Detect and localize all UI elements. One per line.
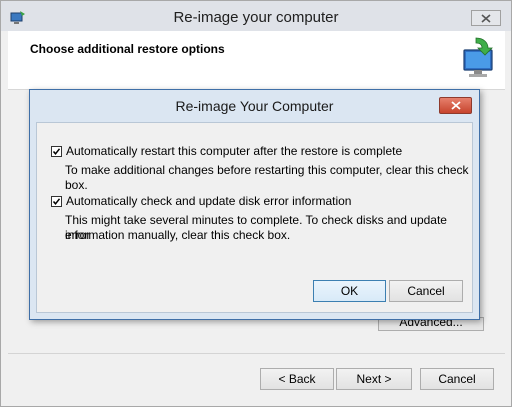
cancel-button[interactable]: Cancel [420,368,494,390]
close-icon [481,14,491,23]
window-close-button[interactable] [471,10,501,26]
disk-check-checkbox[interactable] [51,196,62,207]
checkmark-icon [52,148,61,155]
ok-button-label: OK [340,284,359,298]
dialog-body: Automatically restart this computer afte… [36,122,473,313]
disk-check-checkbox-label[interactable]: Automatically check and update disk erro… [66,194,351,208]
dialog-cancel-button-label: Cancel [407,284,445,298]
back-button-label: < Back [278,372,316,386]
next-button[interactable]: Next > [336,368,412,390]
next-button-label: Next > [356,372,392,386]
wizard-header: Choose additional restore options [8,31,505,90]
footer-separator [8,353,505,354]
restart-description: To make additional changes before restar… [65,163,469,192]
checkmark-icon [52,198,61,205]
page-title: Choose additional restore options [30,42,225,56]
restart-checkbox[interactable] [51,146,62,157]
ok-button[interactable]: OK [313,280,386,302]
reimage-dialog: Re-image Your Computer Automatically res… [29,89,480,320]
dialog-cancel-button[interactable]: Cancel [389,280,463,302]
close-icon [451,101,461,110]
back-button[interactable]: < Back [260,368,334,390]
cancel-button-label: Cancel [438,372,476,386]
window-title: Re-image your computer [173,9,339,26]
disk-check-description-line2: information manually, clear this check b… [65,228,291,242]
dialog-title: Re-image Your Computer [175,98,334,114]
window-titlebar[interactable]: Re-image your computer [1,1,511,31]
computer-restore-icon [456,36,498,80]
restart-checkbox-label[interactable]: Automatically restart this computer afte… [66,144,402,158]
dialog-close-button[interactable] [439,97,472,114]
